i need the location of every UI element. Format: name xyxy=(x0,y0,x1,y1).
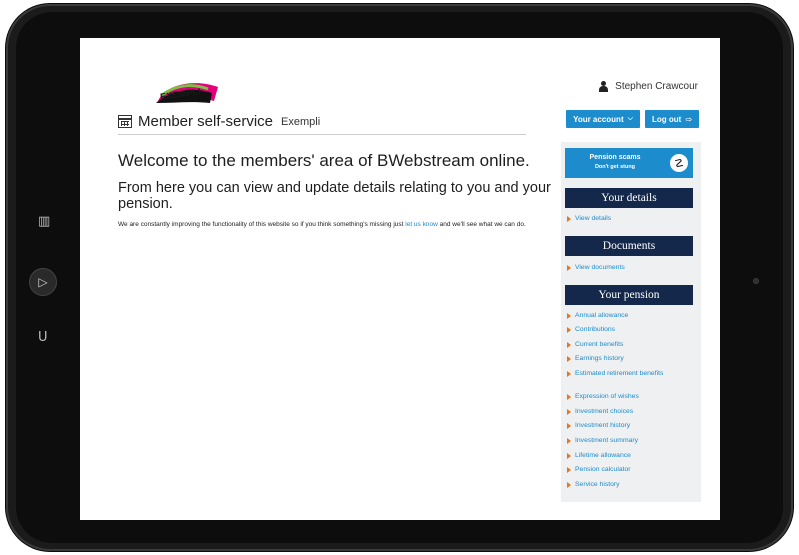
pension-scams-banner[interactable]: Pension scams Don't get stung ☡ xyxy=(565,148,693,178)
sidebar-link-annual-allowance[interactable]: Annual allowance xyxy=(567,312,628,320)
sidebar-link-lifetime-allowance[interactable]: Lifetime allowance xyxy=(567,452,631,460)
your-pension-heading: Your pension xyxy=(565,285,693,305)
bullet-arrow-icon xyxy=(567,216,571,222)
calendar-icon xyxy=(118,115,132,128)
bullet-arrow-icon xyxy=(567,371,571,377)
sidebar: Pension scams Don't get stung ☡ Your det… xyxy=(561,142,701,502)
intro-paragraph: We are constantly improving the function… xyxy=(118,221,548,229)
bullet-arrow-icon xyxy=(567,482,571,488)
sidebar-link-pension-calculator[interactable]: Pension calculator xyxy=(567,466,631,474)
bullet-arrow-icon xyxy=(567,342,571,348)
your-account-label: Your account xyxy=(573,114,624,124)
bullet-arrow-icon xyxy=(567,394,571,400)
bullet-arrow-icon xyxy=(567,327,571,333)
link-label: Expression of wishes xyxy=(575,393,639,400)
sidebar-link-view-documents[interactable]: View documents xyxy=(567,264,625,272)
your-details-heading: Your details xyxy=(565,188,693,208)
link-label: Lifetime allowance xyxy=(575,452,631,459)
intro-text-start: We are constantly improving the function… xyxy=(118,221,406,228)
browser-screen: EXEMPLI Stephen Crawcour Member self-ser… xyxy=(80,38,720,520)
title-divider xyxy=(118,134,526,135)
sidebar-link-expression-of-wishes[interactable]: Expression of wishes xyxy=(567,393,639,401)
page-subtitle: Exempli xyxy=(281,115,321,128)
link-label: Investment summary xyxy=(575,437,639,444)
link-label: Earnings history xyxy=(575,355,624,362)
pension-scams-title: Pension scams xyxy=(589,154,641,161)
your-account-button[interactable]: Your account ⌵ xyxy=(566,110,640,128)
link-label: Service history xyxy=(575,481,620,488)
bullet-arrow-icon xyxy=(567,467,571,473)
bullet-arrow-icon xyxy=(567,423,571,429)
sidebar-link-current-benefits[interactable]: Current benefits xyxy=(567,341,623,349)
scorpion-icon: ☡ xyxy=(670,154,688,172)
link-label: Investment history xyxy=(575,422,631,429)
sidebar-link-view-details[interactable]: View details xyxy=(567,215,611,223)
intro-subheading: From here you can view and update detail… xyxy=(118,180,551,212)
user-name: Stephen Crawcour xyxy=(615,81,698,92)
sidebar-link-investment-summary[interactable]: Investment summary xyxy=(567,437,638,445)
documents-heading: Documents xyxy=(565,236,693,256)
chevron-down-icon: ⌵ xyxy=(627,115,633,122)
link-label: Pension calculator xyxy=(575,466,631,473)
bullet-arrow-icon xyxy=(567,453,571,459)
volume-icon: ▥ xyxy=(38,214,51,229)
bullet-arrow-icon xyxy=(567,265,571,271)
page-title-text: Member self-service xyxy=(138,113,274,130)
logout-label: Log out xyxy=(651,114,682,124)
lock-icon: U xyxy=(38,330,48,345)
link-label: Current benefits xyxy=(575,341,624,348)
user-icon xyxy=(598,81,609,92)
sidebar-link-contributions[interactable]: Contributions xyxy=(567,326,615,334)
welcome-heading: Welcome to the members' area of BWebstre… xyxy=(118,151,530,170)
page-title: Member self-service Exempli xyxy=(118,113,320,130)
camera-icon xyxy=(753,278,759,284)
logout-button[interactable]: Log out ⇨ xyxy=(645,110,699,128)
pension-scams-subtitle: Don't get stung xyxy=(594,164,636,170)
link-label: View documents xyxy=(575,264,625,271)
sidebar-link-earnings-history[interactable]: Earnings history xyxy=(567,355,624,363)
link-label: Estimated retirement benefits xyxy=(575,370,664,377)
intro-text-end: and we'll see what we can do. xyxy=(437,221,526,228)
link-label: Investment choices xyxy=(575,408,634,415)
link-label: Annual allowance xyxy=(575,312,629,319)
sidebar-link-investment-history[interactable]: Investment history xyxy=(567,422,630,430)
let-us-know-link[interactable]: let us know xyxy=(405,221,438,228)
bullet-arrow-icon xyxy=(567,356,571,362)
link-label: View details xyxy=(575,215,612,222)
sidebar-link-service-history[interactable]: Service history xyxy=(567,481,620,489)
home-button-icon[interactable]: ▷ xyxy=(29,268,57,296)
sidebar-link-investment-choices[interactable]: Investment choices xyxy=(567,408,633,416)
sidebar-link-estimated-retirement-benefits[interactable]: Estimated retirement benefits xyxy=(567,370,677,378)
bullet-arrow-icon xyxy=(567,438,571,444)
bullet-arrow-icon xyxy=(567,313,571,319)
link-label: Contributions xyxy=(575,326,616,333)
user-info: Stephen Crawcour xyxy=(598,81,698,92)
bullet-arrow-icon xyxy=(567,409,571,415)
logout-icon: ⇨ xyxy=(685,114,693,124)
